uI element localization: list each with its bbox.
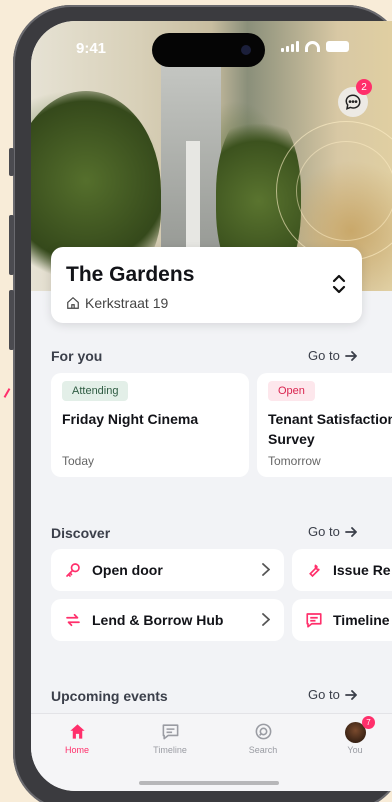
event-card[interactable]: Open Tenant Satisfaction Survey Tomorrow xyxy=(257,373,392,477)
nav-home[interactable]: Home xyxy=(52,722,102,755)
building-selector[interactable]: The Gardens Kerkstraat 19 xyxy=(51,247,362,323)
notification-badge: 2 xyxy=(356,79,372,95)
section-title-discover: Discover xyxy=(51,525,111,541)
home-icon xyxy=(69,724,85,739)
for-you-goto-link[interactable]: Go to xyxy=(308,348,357,363)
arrow-right-icon xyxy=(344,350,357,361)
nav-label: Timeline xyxy=(153,745,187,755)
nav-label: Home xyxy=(64,745,89,755)
nav-label: Search xyxy=(248,745,278,755)
bottom-navigation: Home Timeline Search You 7 xyxy=(31,713,392,791)
battery-icon xyxy=(326,41,349,52)
chat-icon xyxy=(345,94,361,110)
event-date: Tomorrow xyxy=(268,454,321,468)
wrench-icon xyxy=(309,564,320,578)
chevron-right-icon xyxy=(262,563,270,576)
discover-goto-link[interactable]: Go to xyxy=(308,524,357,539)
timeline-button[interactable]: Timeline xyxy=(292,599,392,641)
status-time: 9:41 xyxy=(76,40,107,57)
event-title: Tenant Satisfaction Survey xyxy=(268,411,392,447)
quick-action-label: Lend & Borrow Hub xyxy=(92,612,224,628)
status-badge: Open xyxy=(268,381,315,401)
address-text: Kerkstraat 19 xyxy=(85,295,169,311)
swap-icon xyxy=(66,613,80,627)
nav-label: You xyxy=(347,745,363,755)
upcoming-goto-link[interactable]: Go to xyxy=(308,687,357,702)
home-indicator xyxy=(139,781,279,785)
side-button xyxy=(9,215,14,275)
quick-action-label: Timeline xyxy=(333,612,390,628)
event-card[interactable]: Attending Friday Night Cinema Today xyxy=(51,373,249,477)
building-address: Kerkstraat 19 xyxy=(66,295,168,311)
section-title-upcoming-events: Upcoming events xyxy=(51,688,168,704)
message-icon xyxy=(306,613,322,628)
status-icons xyxy=(281,41,349,52)
open-door-button[interactable]: Open door xyxy=(51,549,284,591)
arrow-right-icon xyxy=(344,689,357,700)
nav-search[interactable]: Search xyxy=(238,722,288,755)
status-badge: Attending xyxy=(62,381,129,401)
event-title: Friday Night Cinema xyxy=(62,411,199,427)
goto-label: Go to xyxy=(308,348,340,363)
key-icon xyxy=(66,563,80,577)
decorative-line xyxy=(3,388,11,398)
goto-label: Go to xyxy=(308,687,340,702)
house-icon xyxy=(67,296,79,309)
signal-icon xyxy=(281,41,299,52)
side-button xyxy=(9,148,14,176)
building-name: The Gardens xyxy=(66,263,195,286)
quick-action-label: Open door xyxy=(92,562,163,578)
side-button xyxy=(9,290,14,350)
chevron-up-down-icon xyxy=(332,274,346,294)
lend-borrow-button[interactable]: Lend & Borrow Hub xyxy=(51,599,284,641)
quick-action-label: Issue Re xyxy=(333,562,391,578)
notification-badge: 7 xyxy=(362,716,375,729)
dynamic-island xyxy=(152,33,265,67)
arrow-right-icon xyxy=(344,526,357,537)
event-date: Today xyxy=(62,454,95,468)
wifi-icon xyxy=(305,41,320,52)
chevron-right-icon xyxy=(262,613,270,626)
timeline-icon xyxy=(162,724,178,740)
issue-report-button[interactable]: Issue Re xyxy=(292,549,392,591)
app-screen: 9:41 2 The Gardens Kerkstraat 19 For you… xyxy=(31,21,392,791)
goto-label: Go to xyxy=(308,524,340,539)
search-icon xyxy=(255,723,271,740)
section-title-for-you: For you xyxy=(51,348,103,364)
nav-timeline[interactable]: Timeline xyxy=(145,722,195,755)
